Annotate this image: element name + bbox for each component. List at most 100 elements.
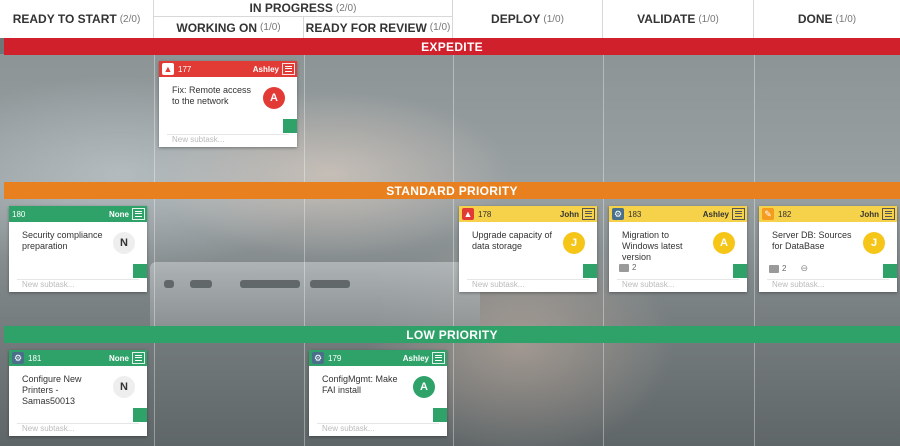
column-label: READY TO START <box>12 12 117 26</box>
avatar[interactable]: A <box>263 87 285 109</box>
card-id: 183 <box>628 209 642 219</box>
card-owner: Ashley <box>702 209 729 219</box>
warning-icon: ▲ <box>462 208 474 220</box>
gear-icon: ⚙ <box>12 352 24 364</box>
link-icon[interactable]: ⊖ <box>800 263 808 274</box>
card-status-square[interactable] <box>283 119 297 133</box>
card-header: ⚙ 183 Ashley <box>609 206 747 222</box>
warning-icon: ▲ <box>162 63 174 75</box>
new-subtask-input[interactable]: New subtask... <box>22 280 74 289</box>
gear-icon: ⚙ <box>612 208 624 220</box>
card-header: ⚙ 179 Ashley <box>309 350 447 366</box>
card-header: ▲ 177 Ashley <box>159 61 297 77</box>
column-divider <box>154 54 155 446</box>
column-label: READY FOR REVIEW <box>305 20 427 35</box>
card-meta: 2 ⊖ <box>769 263 808 274</box>
wrench-icon: ✎ <box>762 208 774 220</box>
card-owner: John <box>859 209 879 219</box>
column-count: (2/0) <box>119 13 141 25</box>
avatar[interactable]: J <box>563 232 585 254</box>
new-subtask-input[interactable]: New subtask... <box>622 280 674 289</box>
comment-icon[interactable] <box>619 263 629 272</box>
card-177[interactable]: ▲ 177 Ashley Fix: Remote access to the n… <box>159 61 297 147</box>
column-header-ready-to-start[interactable]: READY TO START (2/0) <box>0 0 154 38</box>
lane-header-low-priority[interactable]: LOW PRIORITY <box>4 326 900 343</box>
card-182[interactable]: ✎ 182 John Server DB: Sources for DataBa… <box>759 206 897 292</box>
column-header-ready-for-review[interactable]: READY FOR REVIEW (1/0) <box>304 16 453 38</box>
card-menu-icon[interactable] <box>282 63 295 75</box>
card-menu-icon[interactable] <box>132 208 145 220</box>
card-owner: John <box>559 209 579 219</box>
card-title[interactable]: Fix: Remote access to the network <box>172 85 258 107</box>
card-status-square[interactable] <box>133 264 147 278</box>
card-status-square[interactable] <box>433 408 447 422</box>
column-header-working-on[interactable]: WORKING ON (1/0) <box>154 16 304 38</box>
avatar[interactable]: J <box>863 232 885 254</box>
card-179[interactable]: ⚙ 179 Ashley ConfigMgmt: Make FAI instal… <box>309 350 447 436</box>
card-id: 182 <box>778 209 792 219</box>
card-id: 181 <box>28 353 42 363</box>
column-header-in-progress[interactable]: IN PROGRESS (2/0) <box>154 0 453 16</box>
new-subtask-input[interactable]: New subtask... <box>472 280 524 289</box>
background-laptop-image <box>150 262 480 332</box>
card-owner: None <box>109 353 129 363</box>
new-subtask-input[interactable]: New subtask... <box>772 280 824 289</box>
card-title[interactable]: Migration to Windows latest version <box>622 230 708 263</box>
new-subtask-input[interactable]: New subtask... <box>22 424 74 433</box>
card-menu-icon[interactable] <box>882 208 895 220</box>
column-divider <box>754 54 755 446</box>
column-label: VALIDATE <box>637 12 696 26</box>
card-title[interactable]: Server DB: Sources for DataBase <box>772 230 858 252</box>
column-label: IN PROGRESS <box>249 1 333 15</box>
card-181[interactable]: ⚙ 181 None Configure New Printers - Sama… <box>9 350 147 436</box>
gear-icon: ⚙ <box>312 352 324 364</box>
card-status-square[interactable] <box>733 264 747 278</box>
card-title[interactable]: ConfigMgmt: Make FAI install <box>322 374 408 396</box>
card-title[interactable]: Upgrade capacity of data storage <box>472 230 558 252</box>
avatar[interactable]: N <box>113 232 135 254</box>
column-label: WORKING ON <box>176 20 258 35</box>
lane-header-standard-priority[interactable]: STANDARD PRIORITY <box>4 182 900 199</box>
card-status-square[interactable] <box>883 264 897 278</box>
card-status-square[interactable] <box>583 264 597 278</box>
avatar[interactable]: N <box>113 376 135 398</box>
card-header: ✎ 182 John <box>759 206 897 222</box>
card-178[interactable]: ▲ 178 John Upgrade capacity of data stor… <box>459 206 597 292</box>
card-header: ⚙ 181 None <box>9 350 147 366</box>
card-header: 180 None <box>9 206 147 222</box>
card-id: 177 <box>178 64 192 74</box>
card-id: 178 <box>478 209 492 219</box>
card-menu-icon[interactable] <box>582 208 595 220</box>
column-count: (2/0) <box>335 2 357 14</box>
card-meta: 2 <box>619 263 636 272</box>
new-subtask-input[interactable]: New subtask... <box>322 424 374 433</box>
comment-icon[interactable] <box>769 264 779 273</box>
avatar[interactable]: A <box>713 232 735 254</box>
column-count: (1/0) <box>835 13 857 25</box>
column-divider <box>453 54 454 446</box>
card-header: ▲ 178 John <box>459 206 597 222</box>
card-id: 179 <box>328 353 342 363</box>
column-header-done[interactable]: DONE (1/0) <box>754 0 900 38</box>
card-id: 180 <box>12 209 26 219</box>
column-header-validate[interactable]: VALIDATE (1/0) <box>603 0 754 38</box>
card-180[interactable]: 180 None Security compliance preparation… <box>9 206 147 292</box>
card-owner: Ashley <box>252 64 279 74</box>
card-owner: Ashley <box>402 353 429 363</box>
card-menu-icon[interactable] <box>132 352 145 364</box>
card-menu-icon[interactable] <box>732 208 745 220</box>
column-count: (1/0) <box>429 22 451 33</box>
avatar[interactable]: A <box>413 376 435 398</box>
card-menu-icon[interactable] <box>432 352 445 364</box>
column-count: (1/0) <box>260 22 281 33</box>
column-divider <box>304 54 305 446</box>
comment-count: 2 <box>632 263 637 272</box>
column-header-deploy[interactable]: DEPLOY (1/0) <box>453 0 603 38</box>
new-subtask-input[interactable]: New subtask... <box>172 135 224 144</box>
card-183[interactable]: ⚙ 183 Ashley Migration to Windows latest… <box>609 206 747 292</box>
card-status-square[interactable] <box>133 408 147 422</box>
column-count: (1/0) <box>698 13 719 25</box>
card-title[interactable]: Configure New Printers - Samas50013 <box>22 374 108 407</box>
lane-header-expedite[interactable]: EXPEDITE <box>4 38 900 55</box>
card-title[interactable]: Security compliance preparation <box>22 230 108 252</box>
